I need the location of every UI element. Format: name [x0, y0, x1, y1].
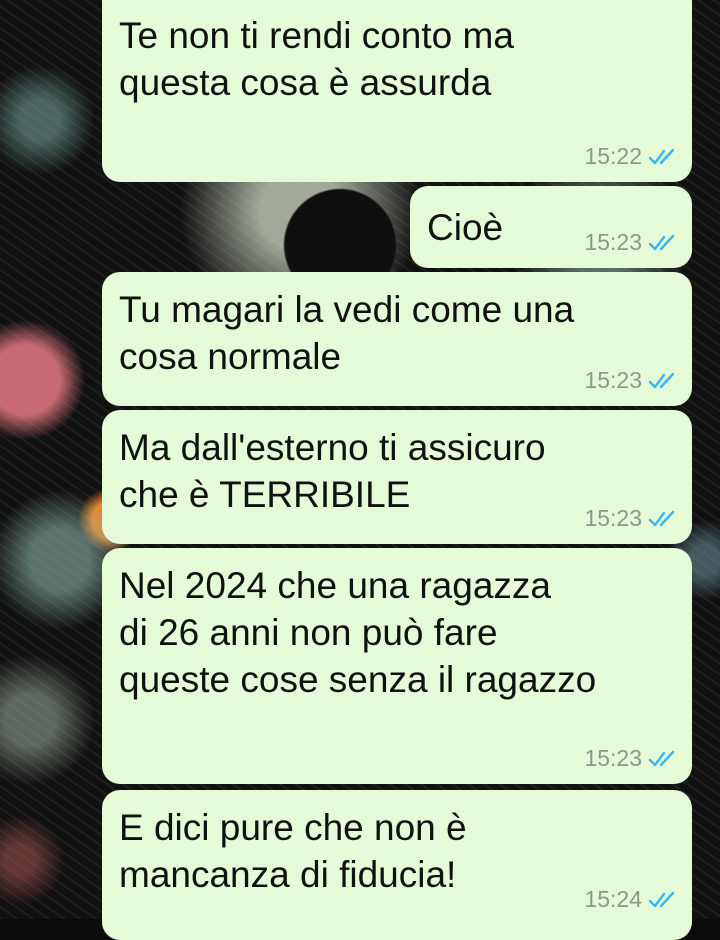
outgoing-message-bubble[interactable]: Nel 2024 che una ragazza di 26 anni non … [102, 548, 692, 784]
message-meta: 15:23 [584, 745, 678, 772]
outgoing-message-bubble[interactable]: E dici pure che non è mancanza di fiduci… [102, 790, 692, 940]
message-text: Ma dall'esterno ti assicuro che è TERRIB… [119, 427, 546, 515]
outgoing-message-bubble[interactable]: Cioè 15:23 [410, 186, 692, 268]
message-meta: 15:23 [584, 367, 678, 394]
outgoing-message-bubble[interactable]: Tu magari la vedi come una cosa normale … [102, 272, 692, 406]
outgoing-message-bubble[interactable]: Ma dall'esterno ti assicuro che è TERRIB… [102, 410, 692, 544]
chat-message-list[interactable]: Te non ti rendi conto ma questa cosa è a… [0, 0, 720, 940]
message-text: Cioè [427, 207, 504, 248]
message-meta: 15:23 [584, 505, 678, 532]
outgoing-message-bubble[interactable]: Te non ti rendi conto ma questa cosa è a… [102, 0, 692, 182]
message-meta: 15:24 [584, 886, 678, 913]
message-text: Nel 2024 che una ragazza di 26 anni non … [119, 565, 597, 700]
double-check-icon [648, 234, 675, 250]
message-time: 15:23 [584, 367, 642, 393]
message-meta: 15:23 [584, 229, 678, 256]
message-time: 15:23 [584, 229, 642, 255]
message-time: 15:24 [584, 886, 642, 912]
message-meta: 15:22 [584, 143, 678, 170]
double-check-icon [648, 891, 675, 907]
double-check-icon [648, 750, 675, 766]
double-check-icon [648, 510, 675, 526]
message-text: Te non ti rendi conto ma questa cosa è a… [119, 15, 514, 103]
double-check-icon [648, 148, 675, 164]
message-time: 15:22 [584, 143, 642, 169]
message-time: 15:23 [584, 505, 642, 531]
message-time: 15:23 [584, 745, 642, 771]
message-text: E dici pure che non è mancanza di fiduci… [119, 807, 467, 895]
double-check-icon [648, 372, 675, 388]
message-text: Tu magari la vedi come una cosa normale [119, 289, 575, 377]
